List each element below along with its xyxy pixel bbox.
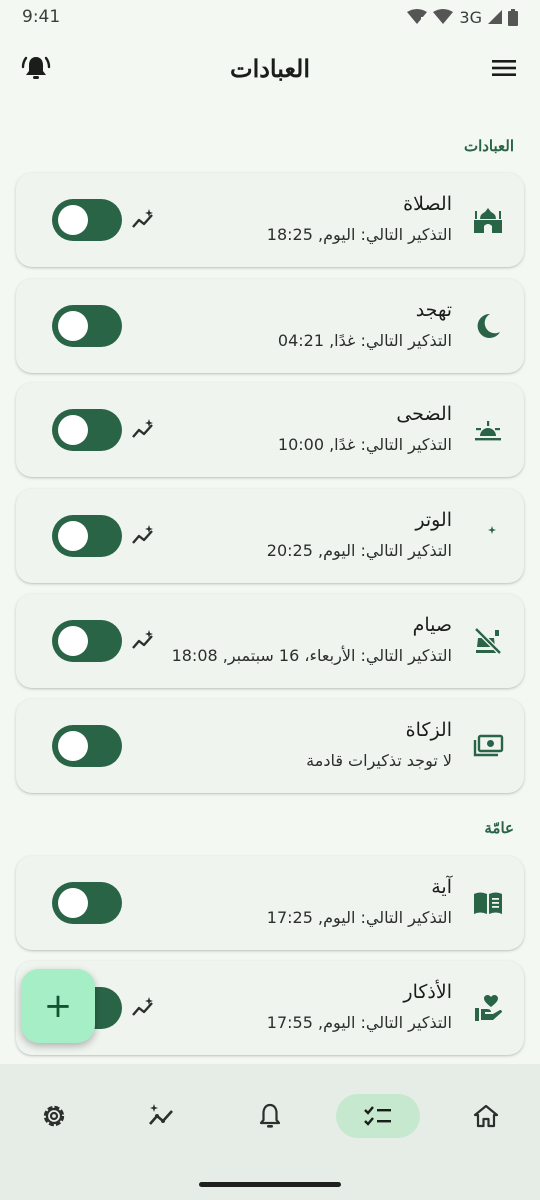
status-bar: 9:41 3G — [0, 0, 540, 34]
card-subtitle: التذكير التالي: الأربعاء، 16 سبتمبر, 18:… — [171, 646, 452, 665]
card-subtitle: التذكير التالي: غدًا, 04:21 — [277, 331, 452, 350]
card-ayah[interactable]: آية التذكير التالي: اليوم, 17:25 — [16, 856, 524, 950]
card-title: تهجد — [415, 299, 452, 321]
settings-icon — [43, 1105, 65, 1127]
toggle-switch[interactable] — [52, 515, 122, 557]
toggle-switch[interactable] — [52, 882, 122, 924]
stats-icon[interactable] — [130, 523, 156, 549]
home-indicator — [199, 1182, 341, 1187]
card-subtitle: التذكير التالي: اليوم, 17:55 — [266, 1013, 452, 1032]
card-subtitle: التذكير التالي: اليوم, 20:25 — [266, 541, 452, 560]
toggle-switch[interactable] — [52, 725, 122, 767]
status-icons: 3G — [407, 8, 518, 27]
wifi-icon — [407, 9, 428, 24]
toggle-switch[interactable] — [52, 305, 122, 347]
add-button[interactable]: + — [21, 969, 95, 1043]
toggle-knob — [58, 311, 88, 341]
battery-icon — [508, 8, 518, 26]
card-duha[interactable]: الضحى التذكير التالي: غدًا, 10:00 — [16, 383, 524, 477]
crescent-moon-icon — [470, 308, 506, 344]
book-icon — [470, 885, 506, 921]
card-subtitle: لا توجد تذكيرات قادمة — [306, 751, 452, 770]
toggle-switch[interactable] — [52, 620, 122, 662]
toggle-knob — [58, 888, 88, 918]
card-zakat[interactable]: الزكاة لا توجد تذكيرات قادمة — [16, 699, 524, 793]
nav-worship[interactable] — [336, 1094, 420, 1138]
app-bar: العبادات — [0, 38, 540, 98]
network-type: 3G — [459, 7, 482, 27]
add-icon: + — [43, 986, 73, 1026]
card-title: الضحى — [396, 403, 452, 425]
card-title: الصلاة — [403, 193, 452, 215]
card-title: آية — [431, 876, 452, 898]
card-subtitle: التذكير التالي: اليوم, 18:25 — [266, 225, 452, 244]
section-title-general: عامّة — [484, 819, 514, 837]
mosque-icon — [470, 202, 506, 238]
nav-statistics[interactable] — [120, 1094, 204, 1138]
hand-heart-icon — [470, 990, 506, 1026]
section-title-worship: العبادات — [463, 137, 514, 155]
toggle-knob — [58, 731, 88, 761]
moon-stars-icon — [470, 518, 506, 554]
toggle-knob — [58, 521, 88, 551]
nav-home[interactable] — [444, 1094, 528, 1138]
toggle-switch[interactable] — [52, 409, 122, 451]
stats-icon — [149, 1104, 173, 1125]
toggle-knob — [58, 205, 88, 235]
menu-button[interactable] — [486, 50, 522, 86]
page-title: العبادات — [229, 53, 311, 83]
card-witr[interactable]: الوتر التذكير التالي: اليوم, 20:25 — [16, 489, 524, 583]
notifications-icon — [259, 1103, 281, 1128]
card-subtitle: التذكير التالي: غدًا, 10:00 — [277, 435, 452, 454]
card-subtitle: التذكير التالي: اليوم, 17:25 — [266, 908, 452, 927]
toggle-knob — [58, 415, 88, 445]
home-icon — [473, 1104, 499, 1128]
toggle-knob — [58, 626, 88, 656]
card-title: صيام — [412, 614, 452, 636]
checklist-icon — [364, 1106, 391, 1126]
no-food-icon — [470, 623, 506, 659]
nav-settings[interactable] — [12, 1094, 96, 1138]
payments-icon — [470, 728, 506, 764]
stats-icon[interactable] — [130, 628, 156, 654]
card-prayer[interactable]: الصلاة التذكير التالي: اليوم, 18:25 — [16, 173, 524, 267]
card-fasting[interactable]: صيام التذكير التالي: الأربعاء، 16 سبتمبر… — [16, 594, 524, 688]
wifi-icon — [433, 9, 454, 24]
card-tahajjud[interactable]: تهجد التذكير التالي: غدًا, 04:21 — [16, 279, 524, 373]
toggle-switch[interactable] — [52, 199, 122, 241]
stats-icon[interactable] — [130, 995, 156, 1021]
stats-icon[interactable] — [130, 417, 156, 443]
signal-icon — [488, 10, 502, 24]
stats-icon[interactable] — [130, 207, 156, 233]
bottom-navigation — [0, 1064, 540, 1200]
menu-icon — [492, 60, 516, 76]
sunrise-icon — [470, 412, 506, 448]
card-title: الزكاة — [405, 719, 452, 741]
bell-ringing-icon — [21, 56, 51, 79]
nav-notifications[interactable] — [228, 1094, 312, 1138]
card-title: الأذكار — [403, 981, 452, 1003]
status-time: 9:41 — [22, 7, 61, 27]
card-title: الوتر — [415, 509, 452, 531]
notification-alert-button[interactable] — [18, 50, 54, 86]
